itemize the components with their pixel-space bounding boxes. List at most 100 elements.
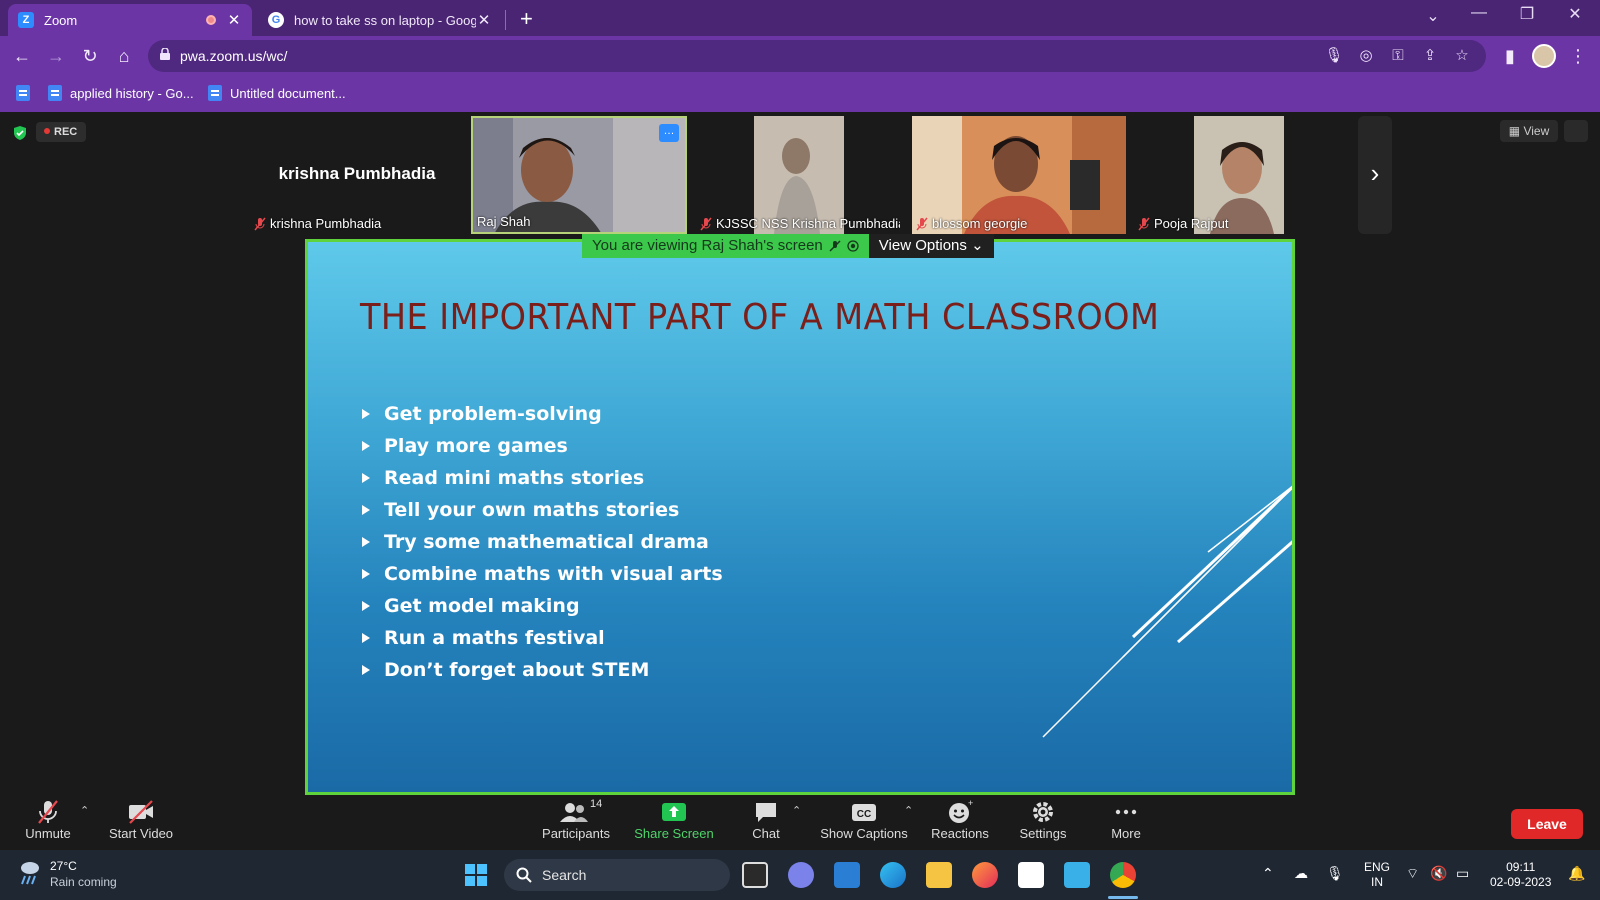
chevron-down-icon: ⌄	[971, 237, 984, 254]
google-docs-icon	[48, 85, 62, 101]
svg-text:CC: CC	[857, 809, 871, 820]
more-options-icon[interactable]: …	[659, 124, 679, 142]
reload-icon[interactable]: ↻	[78, 44, 102, 68]
share-screen-button[interactable]: Share Screen	[632, 798, 716, 848]
home-icon[interactable]: ⌂	[112, 44, 136, 68]
active-app-indicator	[1108, 896, 1138, 899]
bookmark-applied-history[interactable]: applied history - Go...	[48, 85, 194, 101]
participant-name-label: Raj Shah	[477, 214, 530, 229]
start-video-button[interactable]: Start Video	[104, 798, 178, 848]
participant-name-label: blossom georgie	[916, 216, 1027, 231]
participant-tile[interactable]: blossom georgie	[912, 116, 1126, 234]
settings-button[interactable]: Settings	[1016, 798, 1070, 848]
clock-date: 02-09-2023	[1490, 875, 1552, 889]
view-options-label: View Options	[878, 237, 967, 254]
file-explorer-icon[interactable]	[926, 862, 952, 888]
remote-desktop-icon[interactable]	[1064, 862, 1090, 888]
url-text: pwa.zoom.us/wc/	[180, 48, 288, 64]
leave-meeting-button[interactable]: Leave	[1511, 809, 1583, 839]
tab-zoom[interactable]: Z Zoom ✕	[8, 4, 252, 36]
task-view-icon[interactable]	[742, 862, 768, 888]
microphone-icon[interactable]: 🎙	[1324, 46, 1344, 66]
close-window-icon[interactable]: ✕	[1552, 4, 1598, 24]
participant-display-name: krishna Pumbhadia	[278, 164, 436, 183]
recording-indicator-icon	[206, 15, 216, 25]
chat-icon	[756, 803, 776, 822]
participant-name-label: Pooja Rajput	[1138, 216, 1228, 231]
wifi-icon[interactable]: ⌔	[1406, 866, 1419, 881]
mic-muted-icon	[254, 217, 266, 230]
new-tab-icon[interactable]: +	[520, 6, 533, 32]
audio-options-caret-icon[interactable]: ⌃	[80, 804, 89, 817]
bookmark-docs[interactable]	[16, 85, 38, 101]
view-label: View	[1523, 124, 1550, 138]
captions-options-caret-icon[interactable]: ⌃	[904, 804, 913, 817]
zoom-favicon-icon: Z	[18, 12, 34, 28]
windows-start-icon[interactable]	[464, 863, 488, 887]
fullscreen-icon[interactable]	[1564, 120, 1588, 142]
participant-tile[interactable]: Pooja Rajput	[1134, 116, 1284, 234]
bookmark-star-icon[interactable]: ☆	[1452, 46, 1472, 66]
restore-icon[interactable]: ❐	[1504, 4, 1550, 24]
taskbar-search-box[interactable]: Search	[504, 859, 730, 891]
participant-tile[interactable]: krishna Pumbhadia krishna Pumbhadia	[250, 116, 464, 234]
firefox-icon[interactable]	[972, 862, 998, 888]
teams-chat-icon[interactable]	[788, 862, 814, 888]
close-tab-icon[interactable]: ✕	[226, 11, 242, 29]
key-icon[interactable]: ⚿	[1388, 46, 1408, 66]
forward-icon[interactable]: →	[44, 44, 68, 68]
participants-button[interactable]: 14 Participants	[538, 798, 614, 848]
more-button[interactable]: More	[1104, 798, 1148, 848]
show-hidden-icons-chevron-icon[interactable]: ⌃	[1262, 866, 1274, 881]
more-dots-icon	[1115, 809, 1137, 815]
next-page-chevron-icon[interactable]: ›	[1358, 116, 1392, 234]
reactions-button[interactable]: + Reactions	[928, 798, 992, 848]
gear-icon	[1033, 802, 1053, 822]
edge-browser-icon[interactable]	[880, 862, 906, 888]
address-bar[interactable]: pwa.zoom.us/wc/ 🎙 ◎ ⚿ ⇪ ☆	[148, 40, 1486, 72]
onedrive-cloud-icon[interactable]: ☁	[1294, 866, 1308, 881]
weather-widget[interactable]: 27°C Rain coming	[18, 858, 117, 890]
language-indicator[interactable]: ENG IN	[1364, 860, 1390, 890]
tab-google-search[interactable]: G how to take ss on laptop - Google ✕	[258, 4, 502, 36]
google-lens-icon[interactable]: ◎	[1356, 46, 1376, 66]
view-options-dropdown[interactable]: View Options ⌄	[868, 234, 994, 258]
microphone-tray-icon[interactable]: 🎙	[1326, 866, 1344, 881]
chat-options-caret-icon[interactable]: ⌃	[792, 804, 801, 817]
participant-tile-active-speaker[interactable]: … Raj Shah	[471, 116, 687, 234]
zoom-meeting-toolbar: Unmute ⌃ Start Video 14 Participants Sha…	[0, 796, 1600, 850]
mic-muted-icon	[916, 217, 928, 230]
bookmark-label: applied history - Go...	[70, 85, 194, 101]
speaker-muted-icon[interactable]: 🔇	[1430, 866, 1447, 881]
record-icon	[847, 240, 859, 252]
view-layout-button[interactable]: ▦ View	[1500, 120, 1558, 142]
bookmark-untitled-document[interactable]: Untitled document...	[208, 85, 346, 101]
mail-icon[interactable]	[834, 862, 860, 888]
profile-avatar[interactable]	[1532, 44, 1556, 68]
battery-icon[interactable]: ▭	[1456, 866, 1469, 881]
browser-toolbar: ← → ↻ ⌂ pwa.zoom.us/wc/ 🎙 ◎ ⚿ ⇪ ☆ ▮ ⋮	[0, 36, 1600, 76]
search-placeholder: Search	[542, 867, 587, 883]
show-captions-button[interactable]: CC Show Captions	[816, 798, 912, 848]
security-shield-icon[interactable]	[12, 125, 28, 141]
shared-screen: THE IMPORTANT PART OF A MATH CLASSROOM G…	[305, 239, 1295, 795]
clock-time: 09:11	[1506, 860, 1536, 874]
amazon-icon[interactable]	[1018, 862, 1044, 888]
side-panel-icon[interactable]: ▮	[1498, 44, 1522, 68]
unmute-button[interactable]: Unmute	[18, 798, 78, 848]
show-captions-label: Show Captions	[820, 826, 908, 841]
settings-label: Settings	[1019, 826, 1067, 841]
participant-name: KJSSC NSS Krishna Pumbhadia	[716, 216, 900, 231]
tab-search-icon[interactable]: ⌄	[1410, 6, 1456, 26]
share-icon[interactable]: ⇪	[1420, 46, 1440, 66]
participant-tile[interactable]: KJSSC NSS Krishna Pumbhadia	[696, 116, 900, 234]
participant-name: Pooja Rajput	[1154, 216, 1229, 231]
back-icon[interactable]: ←	[10, 44, 34, 68]
chat-button[interactable]: Chat	[746, 798, 786, 848]
clock[interactable]: 09:11 02-09-2023	[1490, 860, 1551, 890]
minimize-icon[interactable]: —	[1456, 4, 1502, 22]
browser-menu-icon[interactable]: ⋮	[1566, 44, 1590, 68]
chrome-icon[interactable]	[1110, 862, 1136, 888]
notifications-bell-icon[interactable]: 🔔	[1568, 866, 1585, 881]
close-tab-icon[interactable]: ✕	[476, 11, 492, 29]
